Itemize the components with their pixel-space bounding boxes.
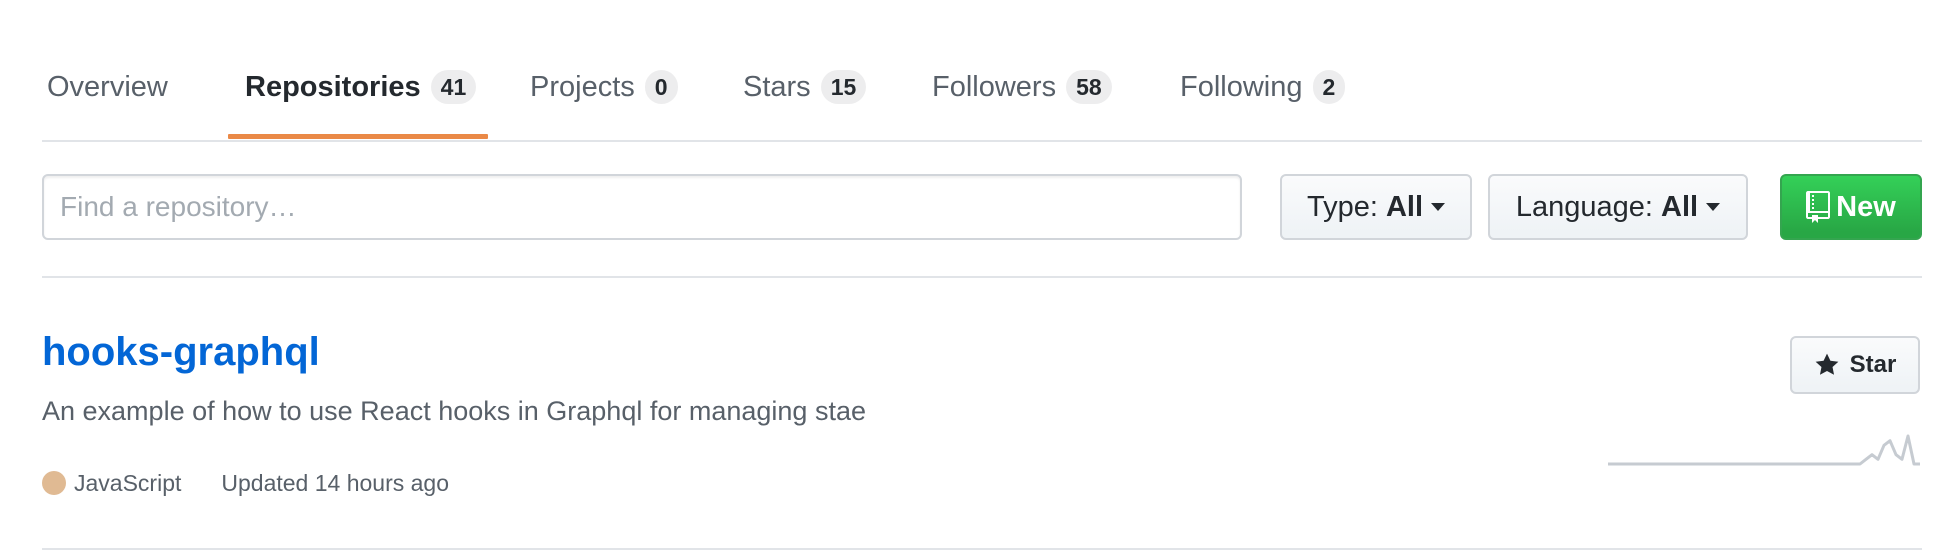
tab-overview-label: Overview <box>47 70 168 103</box>
language-color-dot <box>42 471 66 495</box>
tab-following-label: Following <box>1180 70 1303 103</box>
tab-overview[interactable]: Overview <box>47 36 168 138</box>
repository-description: An example of how to use React hooks in … <box>42 396 866 426</box>
profile-repositories-page: Overview Repositories 41 Projects 0 Star… <box>0 0 1960 552</box>
repository-name-link[interactable]: hooks-graphql <box>42 330 320 375</box>
tab-stars-label: Stars <box>743 70 811 103</box>
language-filter-prefix: Language: <box>1515 190 1653 223</box>
tab-followers-label: Followers <box>932 70 1057 103</box>
tab-projects-label: Projects <box>530 70 635 103</box>
tab-stars-counter: 15 <box>820 70 867 104</box>
language-filter-value: All <box>1661 190 1699 223</box>
repository-meta: JavaScript Updated 14 hours ago <box>42 466 449 500</box>
activity-sparkline-line <box>1608 434 1920 466</box>
tab-stars[interactable]: Stars 15 <box>743 36 867 138</box>
star-button[interactable]: Star <box>1790 336 1920 394</box>
repo-filter-bar: Type: All Language: All New <box>42 172 1922 278</box>
new-button-label: New <box>1836 190 1896 223</box>
tab-projects[interactable]: Projects 0 <box>530 36 678 138</box>
tab-repositories[interactable]: Repositories 41 <box>245 36 477 138</box>
profile-tabs: Overview Repositories 41 Projects 0 Star… <box>42 36 1922 142</box>
repository-updated-time: Updated 14 hours ago <box>221 469 449 496</box>
star-button-label: Star <box>1849 351 1897 378</box>
tab-following[interactable]: Following 2 <box>1180 36 1346 138</box>
activity-sparkline <box>1608 434 1920 466</box>
repository-language: JavaScript <box>74 469 182 496</box>
type-filter-button[interactable]: Type: All <box>1280 174 1472 240</box>
repo-book-icon <box>1806 191 1831 223</box>
type-filter-value: All <box>1385 190 1424 223</box>
language-filter-button[interactable]: Language: All <box>1488 174 1748 240</box>
tab-repositories-counter: 41 <box>430 70 477 104</box>
tab-repositories-label: Repositories <box>245 70 421 103</box>
star-icon <box>1814 352 1840 378</box>
find-repository-input[interactable] <box>42 174 1242 240</box>
tab-projects-counter: 0 <box>644 70 678 104</box>
tab-followers[interactable]: Followers 58 <box>932 36 1112 138</box>
chevron-down-icon <box>1706 203 1721 211</box>
tab-following-counter: 2 <box>1312 70 1346 104</box>
selected-tab-underline <box>228 134 488 139</box>
tab-followers-counter: 58 <box>1066 70 1112 104</box>
type-filter-prefix: Type: <box>1306 190 1378 223</box>
repository-list-item: hooks-graphql An example of how to use R… <box>42 278 1922 550</box>
new-repository-button[interactable]: New <box>1780 174 1922 240</box>
chevron-down-icon <box>1431 203 1446 211</box>
